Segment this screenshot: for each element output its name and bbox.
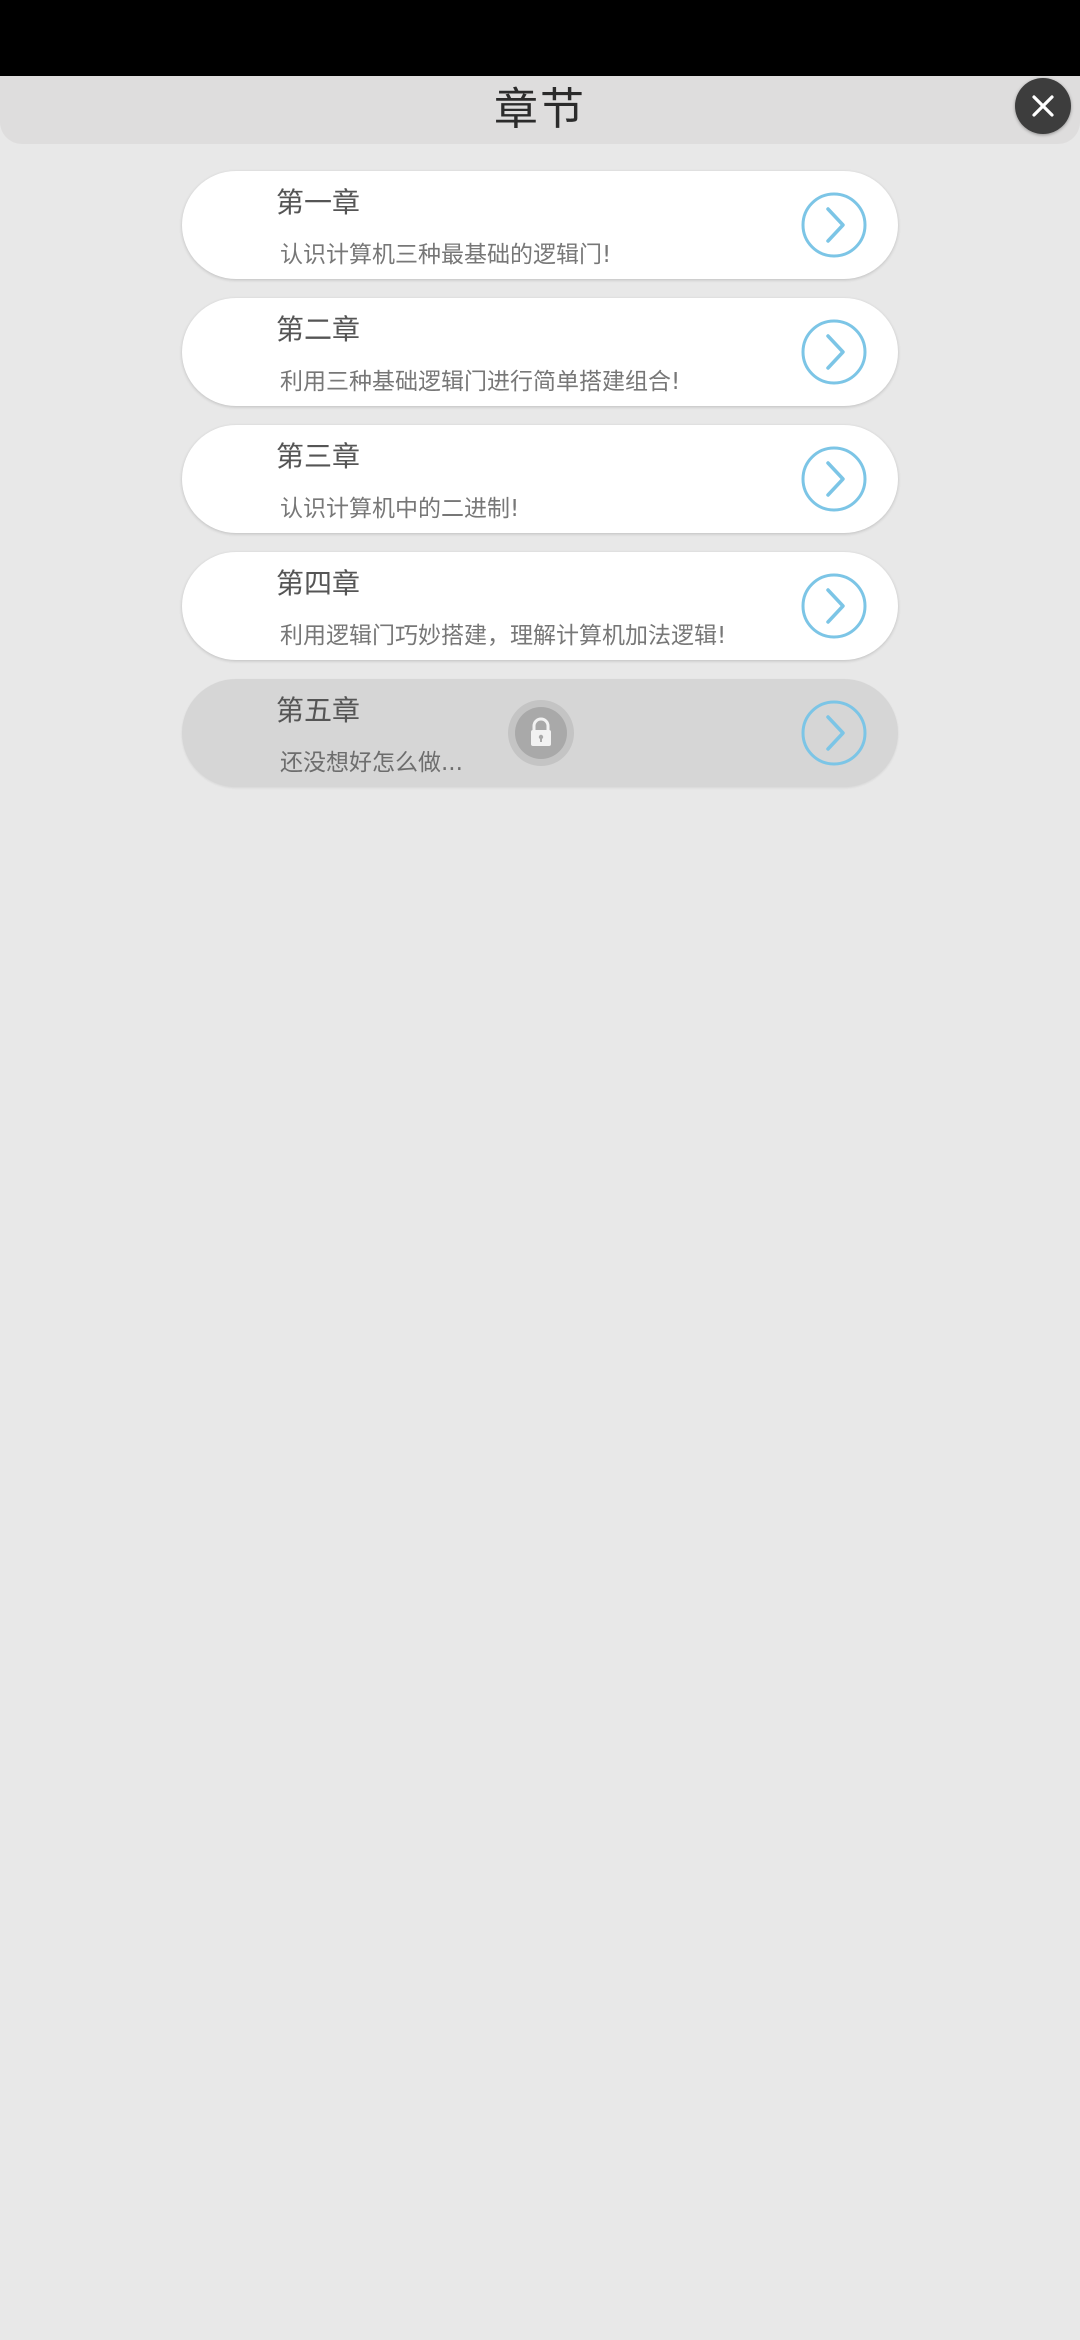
chapter-open-button[interactable] <box>800 191 868 259</box>
chapter-open-button[interactable] <box>800 699 868 767</box>
chapter-description: 还没想好怎么做... <box>280 750 463 776</box>
close-icon <box>1032 95 1054 117</box>
close-button[interactable] <box>1015 78 1071 134</box>
page-title: 章节 <box>494 84 586 135</box>
chapter-title: 第三章 <box>276 440 361 473</box>
chapter-list: 第一章 认识计算机三种最基础的逻辑门! 第二章 利用三种基础逻辑门进行简单搭建组… <box>182 171 898 806</box>
chapter-card-1[interactable]: 第一章 认识计算机三种最基础的逻辑门! <box>182 171 898 279</box>
chevron-right-icon <box>801 573 867 639</box>
chapter-description: 认识计算机三种最基础的逻辑门! <box>280 242 612 268</box>
chapter-open-button[interactable] <box>800 445 868 513</box>
status-bar <box>0 0 1080 76</box>
chapter-card-2[interactable]: 第二章 利用三种基础逻辑门进行简单搭建组合! <box>182 298 898 406</box>
chapter-open-button[interactable] <box>800 318 868 386</box>
chevron-right-icon <box>801 192 867 258</box>
chapter-title: 第五章 <box>276 694 361 727</box>
chevron-right-icon <box>801 446 867 512</box>
chapter-description: 认识计算机中的二进制! <box>280 496 520 522</box>
chapter-open-button[interactable] <box>800 572 868 640</box>
chapter-title: 第一章 <box>276 186 361 219</box>
header: 章节 <box>0 76 1080 144</box>
chevron-right-icon <box>801 319 867 385</box>
chapter-card-4[interactable]: 第四章 利用逻辑门巧妙搭建，理解计算机加法逻辑! <box>182 552 898 660</box>
chapter-description: 利用三种基础逻辑门进行简单搭建组合! <box>280 369 681 395</box>
chapter-card-5-locked[interactable]: 第五章 还没想好怎么做... <box>182 679 898 787</box>
chapter-title: 第四章 <box>276 567 361 600</box>
chevron-right-icon <box>801 700 867 766</box>
chapter-title: 第二章 <box>276 313 361 346</box>
chapter-card-3[interactable]: 第三章 认识计算机中的二进制! <box>182 425 898 533</box>
chapter-description: 利用逻辑门巧妙搭建，理解计算机加法逻辑! <box>280 623 727 649</box>
lock-icon <box>507 699 575 767</box>
